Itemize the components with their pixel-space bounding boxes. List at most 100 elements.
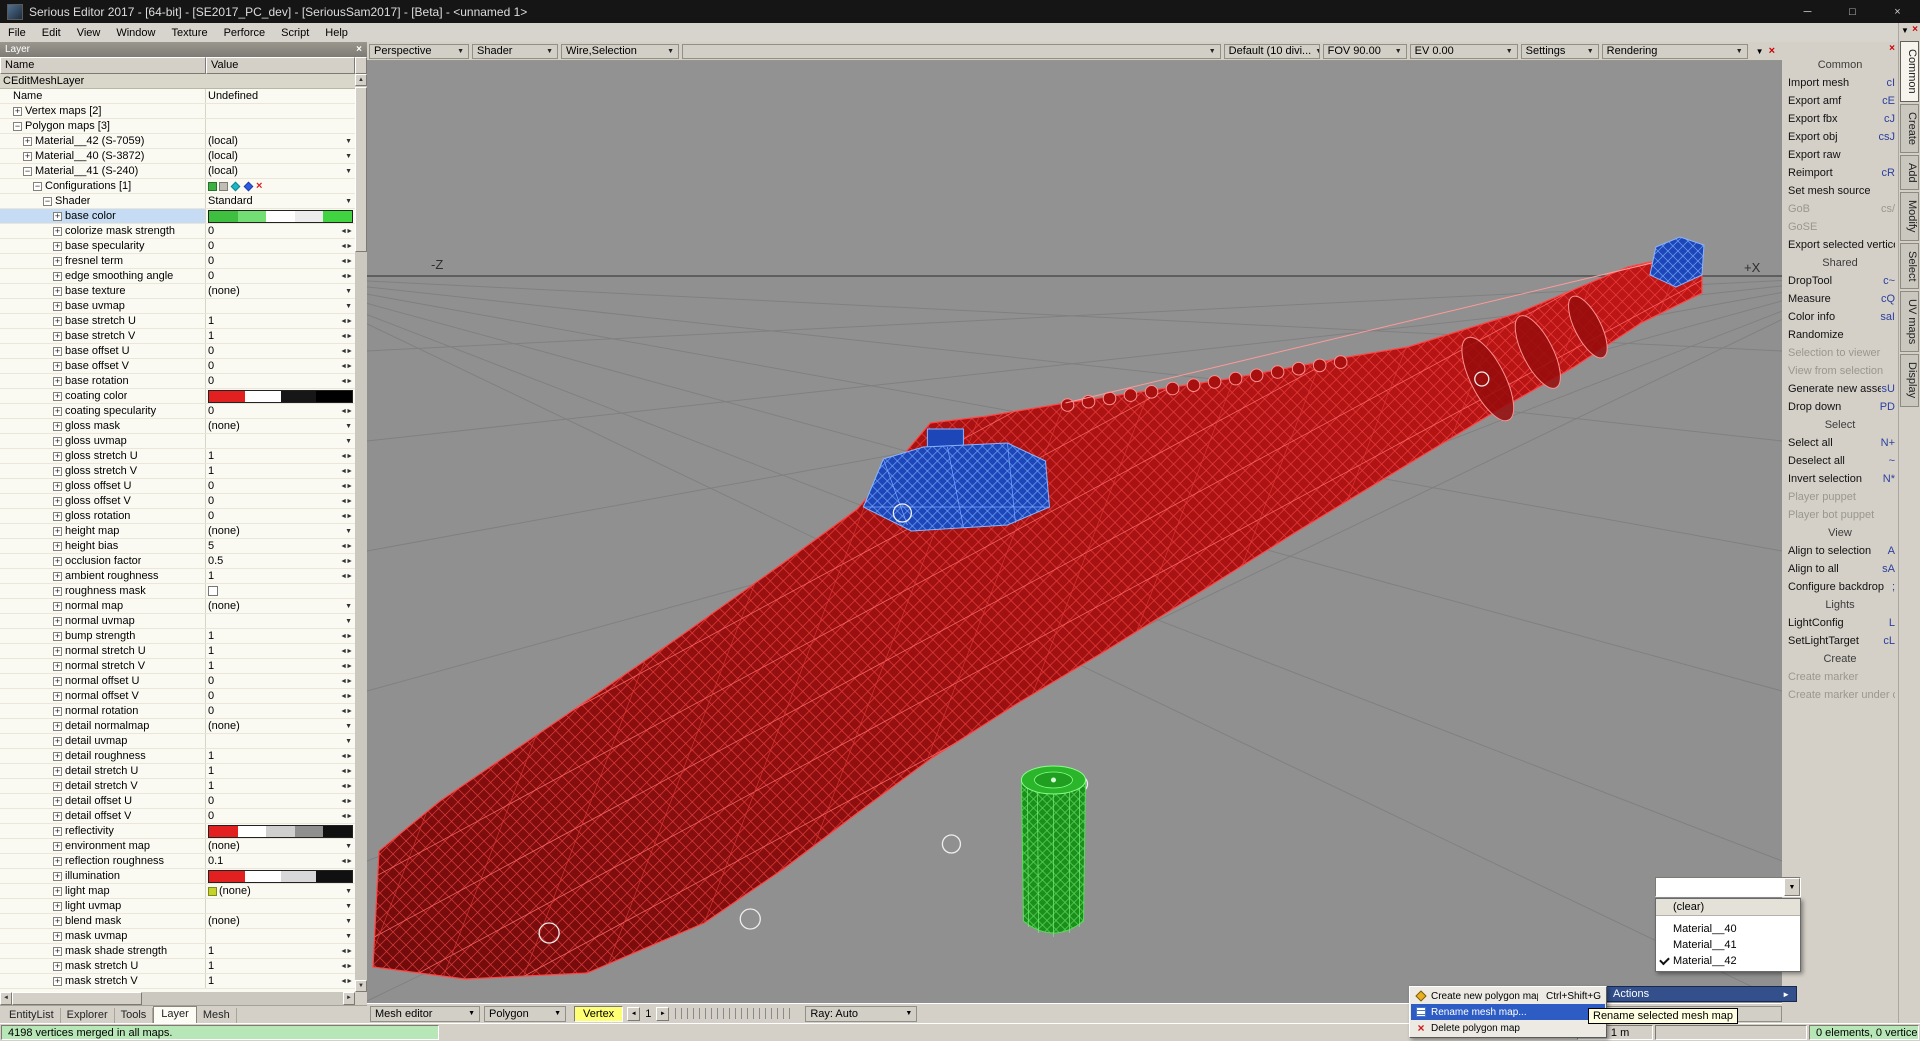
panel-tab-layer[interactable]: Layer	[153, 1006, 197, 1023]
expander-icon[interactable]: +	[23, 151, 32, 161]
spinner-icon[interactable]: ◄►	[340, 558, 353, 565]
wireframe-combo[interactable]: Wire,Selection ▼	[561, 43, 679, 59]
tree-row[interactable]: + mask uvmap ▼	[0, 929, 355, 944]
scroll-left-icon[interactable]: ◄	[0, 992, 12, 1005]
tree-row[interactable]: + Material__42 (S-7059) (local) ▼	[0, 134, 355, 149]
command-export-amf[interactable]: Export amf cE	[1782, 92, 1898, 110]
expander-icon[interactable]: +	[53, 301, 62, 311]
dropdown-icon[interactable]: ▼	[345, 723, 353, 730]
expander-icon[interactable]: +	[53, 691, 62, 701]
expander-icon[interactable]: +	[53, 241, 62, 251]
property-value[interactable]: 0 ◄►	[206, 689, 355, 703]
spinner-icon[interactable]: ◄►	[340, 228, 353, 235]
tree-row[interactable]: + normal offset V 0 ◄►	[0, 689, 355, 704]
tree-row[interactable]: + blend mask (none) ▼	[0, 914, 355, 929]
tree-row[interactable]: + detail stretch V 1 ◄►	[0, 779, 355, 794]
element-mode-indicator[interactable]: Vertex	[574, 1005, 624, 1022]
side-tab-common[interactable]: Common	[1900, 41, 1919, 102]
tree-row[interactable]: + environment map (none) ▼	[0, 839, 355, 854]
command-setlighttarget[interactable]: SetLightTarget cL	[1782, 632, 1898, 650]
tree-row[interactable]: + gloss offset V 0 ◄►	[0, 494, 355, 509]
expander-icon[interactable]: +	[53, 721, 62, 731]
tree-row[interactable]: + detail roughness 1 ◄►	[0, 749, 355, 764]
property-value[interactable]: 1 ◄►	[206, 764, 355, 778]
property-value[interactable]: 0 ◄►	[206, 344, 355, 358]
command-gose[interactable]: GoSE	[1782, 218, 1898, 236]
tree-row[interactable]: + colorize mask strength 0 ◄►	[0, 224, 355, 239]
chevron-down-icon[interactable]: ▼	[1784, 878, 1800, 896]
command-export-obj[interactable]: Export obj csJ	[1782, 128, 1898, 146]
spinner-icon[interactable]: ◄►	[340, 258, 353, 265]
tree-row[interactable]: + base texture (none) ▼	[0, 284, 355, 299]
tree-row[interactable]: + illumination	[0, 869, 355, 884]
expander-icon[interactable]: +	[53, 481, 62, 491]
command-invert-selection[interactable]: Invert selection N*	[1782, 470, 1898, 488]
command-view-from-selection[interactable]: View from selection	[1782, 362, 1898, 380]
tree-row[interactable]: + mask stretch V 1 ◄►	[0, 974, 355, 989]
property-value[interactable]: 1 ◄►	[206, 974, 355, 988]
expander-icon[interactable]: −	[13, 121, 22, 131]
tree-row[interactable]: + detail normalmap (none) ▼	[0, 719, 355, 734]
property-value[interactable]: 0 ◄►	[206, 404, 355, 418]
tree-row[interactable]: + edge smoothing angle 0 ◄►	[0, 269, 355, 284]
expander-icon[interactable]: +	[53, 466, 62, 476]
expander-icon[interactable]: +	[53, 871, 62, 881]
layer-panel-titlebar[interactable]: Layer ×	[0, 42, 367, 57]
tree-row[interactable]: + gloss rotation 0 ◄►	[0, 509, 355, 524]
spinner-icon[interactable]: ◄►	[340, 768, 353, 775]
expander-icon[interactable]: +	[53, 541, 62, 551]
tree-row[interactable]: + base stretch V 1 ◄►	[0, 329, 355, 344]
tree-row[interactable]: + normal stretch U 1 ◄►	[0, 644, 355, 659]
panel-tab-tools[interactable]: Tools	[115, 1008, 154, 1023]
dropdown-icon[interactable]: ▼	[345, 888, 353, 895]
expander-icon[interactable]: +	[53, 916, 62, 926]
property-value[interactable]: ▼	[206, 929, 355, 943]
dropdown-icon[interactable]: ▼	[345, 288, 353, 295]
expander-icon[interactable]: +	[53, 676, 62, 686]
tree-row[interactable]: + light map (none) ▼	[0, 884, 355, 899]
tree-row[interactable]: + base offset V 0 ◄►	[0, 359, 355, 374]
property-value[interactable]: (none) ▼	[206, 524, 355, 538]
tree-row[interactable]: + gloss offset U 0 ◄►	[0, 479, 355, 494]
expander-icon[interactable]: +	[53, 496, 62, 506]
tree-row[interactable]: CEditMeshLayer	[0, 74, 355, 89]
expander-icon[interactable]: +	[53, 616, 62, 626]
property-value[interactable]: (none) ▼	[206, 914, 355, 928]
expander-icon[interactable]: +	[53, 646, 62, 656]
tree-row[interactable]: + base uvmap ▼	[0, 299, 355, 314]
scroll-down-icon[interactable]: ▼	[355, 980, 367, 992]
property-value[interactable]	[206, 104, 355, 118]
command-randomize[interactable]: Randomize	[1782, 326, 1898, 344]
expander-icon[interactable]: +	[53, 526, 62, 536]
map-option-clear[interactable]: (clear)	[1656, 899, 1800, 916]
spinner-icon[interactable]: ◄►	[340, 408, 353, 415]
command-panel-close-icon[interactable]: ×	[1889, 43, 1895, 54]
property-value[interactable]: (none) ▼	[206, 884, 355, 898]
property-value[interactable]: 5 ◄►	[206, 539, 355, 553]
dropdown-icon[interactable]: ▼	[345, 438, 353, 445]
tree-row[interactable]: − Polygon maps [3]	[0, 119, 355, 134]
strip-dropdown-icon[interactable]: ▼	[1901, 26, 1909, 35]
side-tab-modify[interactable]: Modify	[1900, 192, 1919, 241]
property-value[interactable]: 0 ◄►	[206, 704, 355, 718]
command-export-raw[interactable]: Export raw	[1782, 146, 1898, 164]
tree-horizontal-scrollbar[interactable]: ◄ ►	[0, 992, 355, 1005]
command-player-puppet[interactable]: Player puppet	[1782, 488, 1898, 506]
command-deselect-all[interactable]: Deselect all ~	[1782, 452, 1898, 470]
side-tab-display[interactable]: Display	[1900, 354, 1919, 407]
property-value[interactable]: 0 ◄►	[206, 239, 355, 253]
tree-row[interactable]: + Vertex maps [2]	[0, 104, 355, 119]
property-value[interactable]: 0 ◄►	[206, 269, 355, 283]
expander-icon[interactable]: +	[53, 511, 62, 521]
menu-help[interactable]: Help	[317, 25, 356, 41]
color-swatch[interactable]	[208, 389, 353, 403]
dropdown-icon[interactable]: ▼	[345, 153, 353, 160]
map-option-material-41[interactable]: Material__41	[1656, 937, 1800, 953]
column-header-value[interactable]: Value	[206, 57, 355, 74]
dropdown-icon[interactable]: ▼	[345, 738, 353, 745]
tree-row[interactable]: + detail uvmap ▼	[0, 734, 355, 749]
dropdown-icon[interactable]: ▼	[345, 933, 353, 940]
tree-row[interactable]: + height map (none) ▼	[0, 524, 355, 539]
layer-panel-close-icon[interactable]: ×	[356, 44, 362, 55]
command-align-to-all[interactable]: Align to all sA	[1782, 560, 1898, 578]
